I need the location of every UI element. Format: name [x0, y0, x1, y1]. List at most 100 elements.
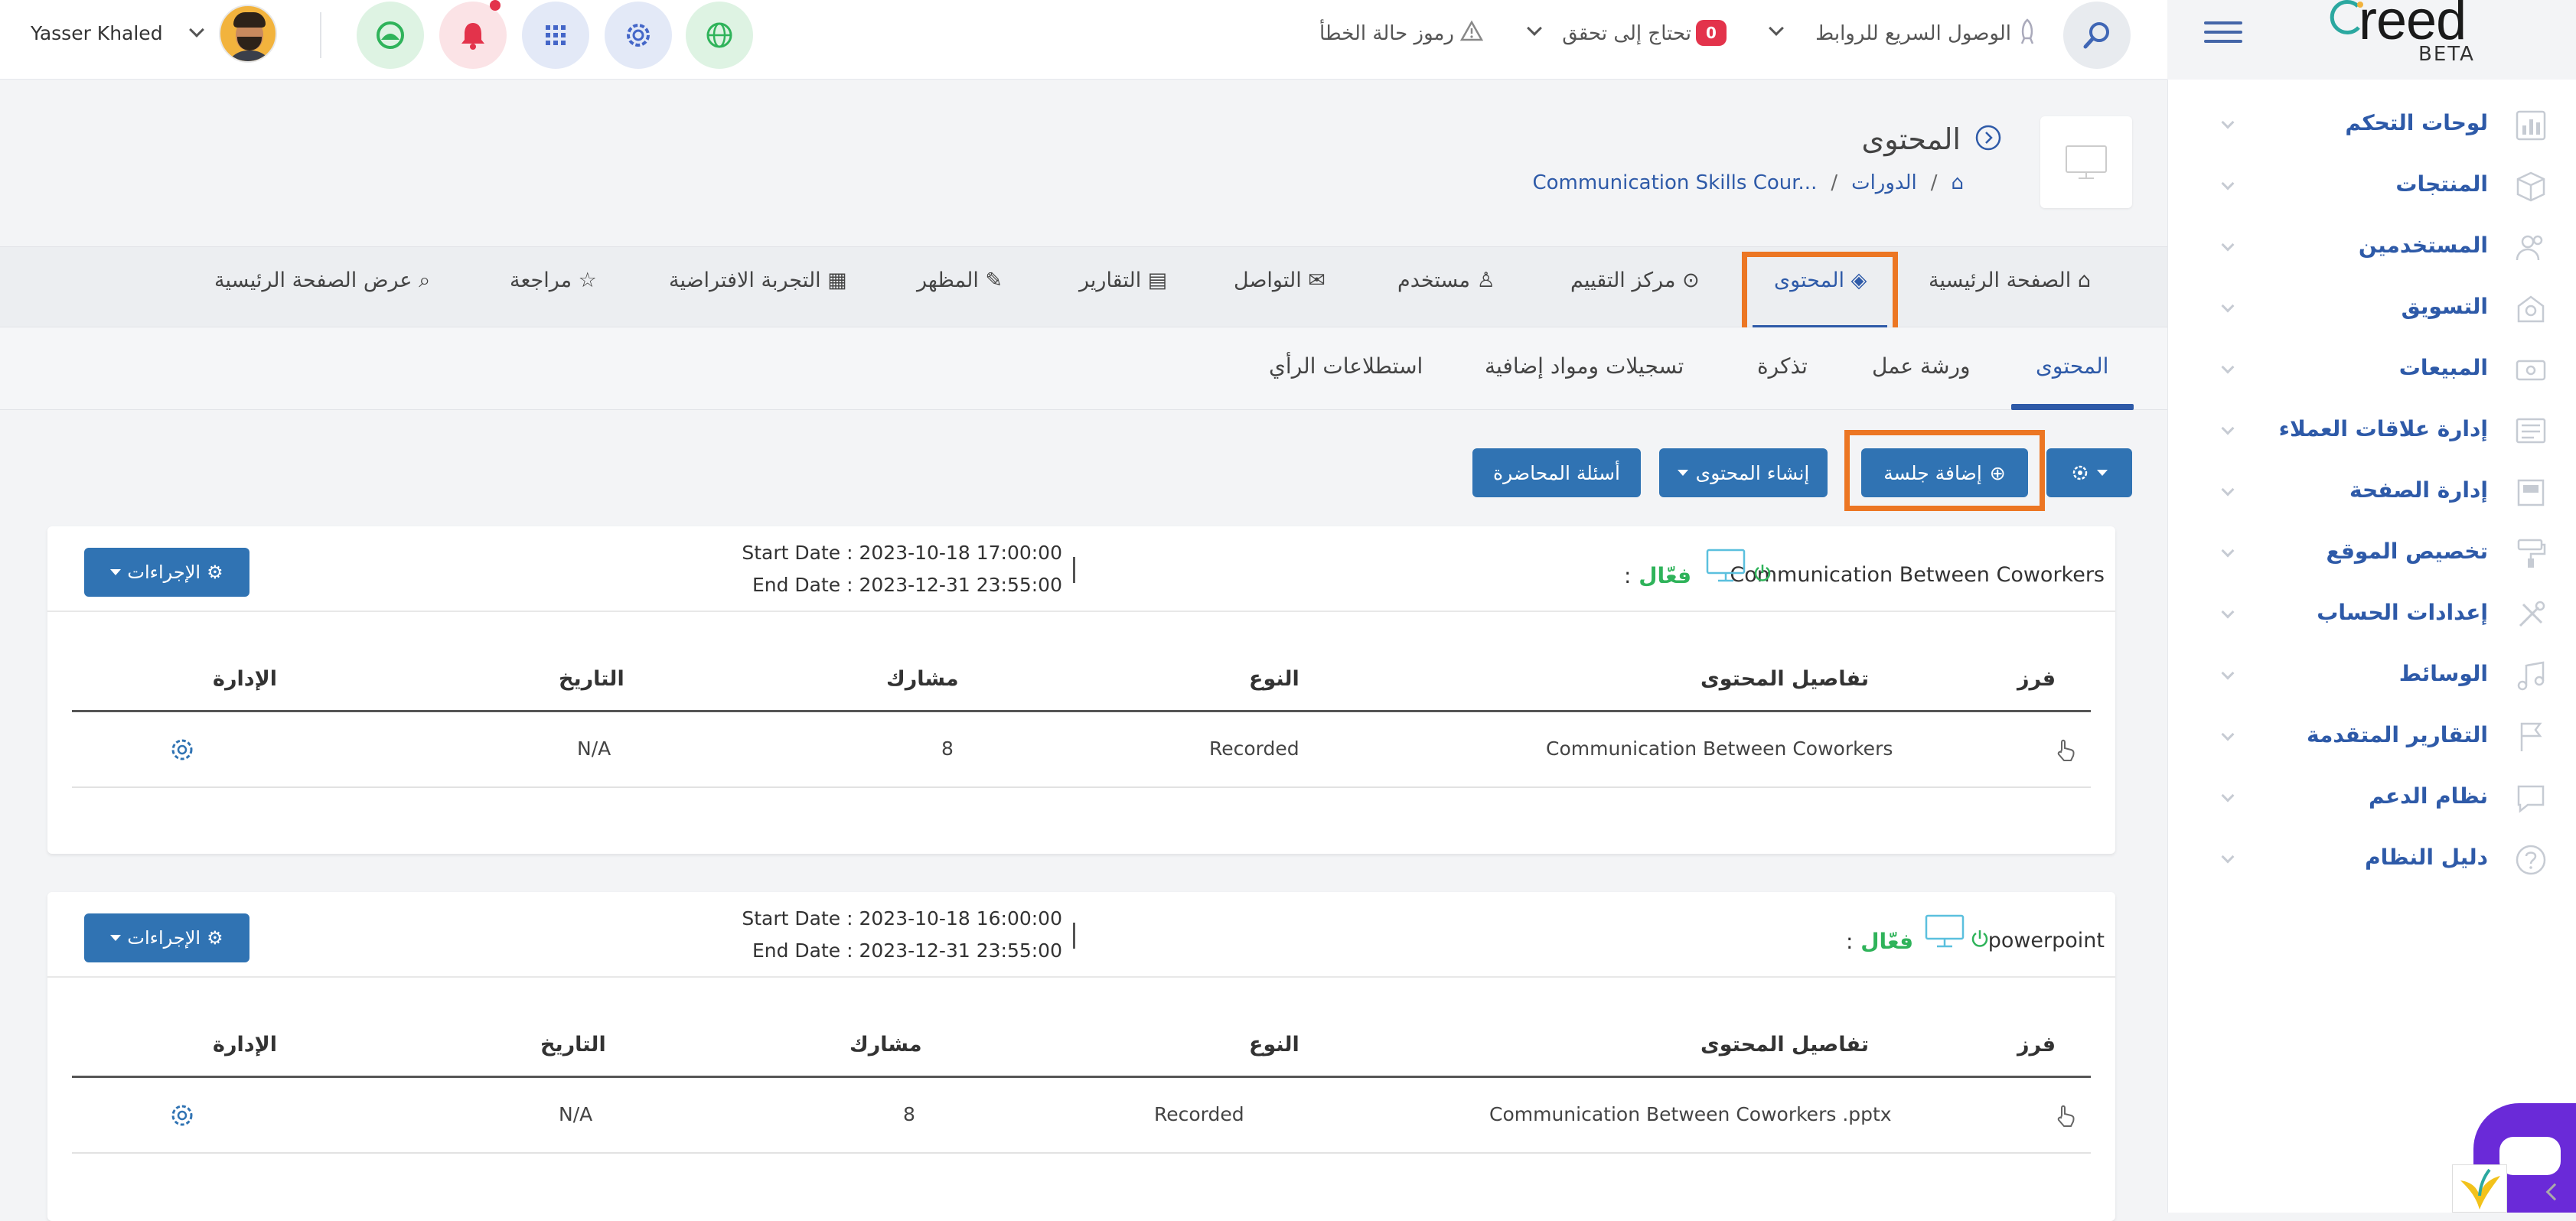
session-title[interactable]: Communication Between Coworkers — [1730, 563, 2105, 587]
tab-user[interactable]: ♙ مستخدم — [1397, 269, 1495, 292]
actions-dropdown-button[interactable]: ⚙ الإجراءات — [84, 548, 249, 597]
quick-access-chevron-icon[interactable] — [1769, 21, 1784, 36]
column-header-sort[interactable]: فرز — [2017, 667, 2056, 691]
subtab-content[interactable]: المحتوى — [2036, 353, 2108, 379]
sidebar-item-label: التسويق — [2401, 294, 2488, 319]
tab-home[interactable]: ⌂ الصفحة الرئيسية — [1929, 269, 2091, 292]
needs-check-link[interactable]: تحتاج إلى تحقق — [1554, 17, 1691, 50]
sidebar-item-label: المستخدمين — [2358, 233, 2488, 258]
actions-dropdown-button[interactable]: ⚙ الإجراءات — [84, 913, 249, 962]
sidebar-item-page-management[interactable]: إدارة الصفحة — [2168, 462, 2576, 523]
avatar[interactable] — [219, 5, 277, 63]
sidebar-item-account-settings[interactable]: إعدادات الحساب — [2168, 584, 2576, 646]
chat-icon — [2517, 785, 2545, 813]
subtab-workshop[interactable]: ورشة عمل — [1872, 353, 1971, 379]
session-title[interactable]: powerpoint — [1988, 929, 2105, 952]
tab-view-homepage[interactable]: ⌕ عرض الصفحة الرئيسية — [214, 269, 430, 293]
subtab-recordings[interactable]: تسجيلات ومواد إضافية — [1485, 353, 1684, 379]
dashboard-icon — [2516, 110, 2546, 141]
tab-label: التقارير — [1079, 269, 1142, 292]
error-codes-link[interactable]: رموز حالة الخطأ — [1316, 17, 1454, 50]
content-details-cell[interactable]: Communication Between Coworkers — [1546, 737, 1893, 760]
paint-roller-icon — [2517, 539, 2546, 568]
user-name[interactable]: Yasser Khaled — [31, 17, 163, 50]
lecture-questions-label: أسئلة المحاضرة — [1493, 461, 1620, 484]
subtab-active-underline — [2011, 404, 2134, 410]
status-badge: فعّال : — [1624, 563, 1691, 588]
apps-button[interactable] — [522, 2, 589, 69]
drag-handle-icon[interactable] — [2054, 737, 2077, 762]
sidebar-item-sales[interactable]: المبيعات — [2168, 340, 2576, 401]
needs-check-badge: 0 — [1696, 20, 1727, 46]
settings-button[interactable] — [605, 2, 672, 69]
sidebar-item-users[interactable]: المستخدمين — [2168, 217, 2576, 278]
search-icon — [2083, 22, 2109, 49]
gear-icon[interactable] — [168, 736, 196, 764]
sidebar-item-media[interactable]: الوسائط — [2168, 646, 2576, 707]
column-header-participant[interactable]: مشارك — [849, 1033, 922, 1057]
column-header-admin: الإدارة — [213, 1033, 277, 1057]
notifications-button[interactable] — [439, 2, 507, 69]
column-header-sort[interactable]: فرز — [2017, 1033, 2056, 1057]
top-header: Yasser Khaled رموز حالة الخطأ تحتاج إلى … — [0, 0, 2473, 80]
sidebar-item-label: لوحات التحكم — [2345, 110, 2488, 135]
sidebar-item-crm[interactable]: إدارة علاقات العملاء — [2168, 401, 2576, 462]
sidebar-item-dashboards[interactable]: لوحات التحكم — [2168, 95, 2576, 156]
quick-access-link[interactable]: الوصول السريع للروابط — [1797, 17, 2011, 50]
home-icon[interactable]: ⌂ — [1951, 171, 1964, 194]
content-details-cell[interactable]: Communication Between Coworkers .pptx — [1489, 1103, 1892, 1125]
column-header-date[interactable]: التاريخ — [559, 667, 624, 691]
chevron-down-icon — [2221, 422, 2235, 435]
settings-dropdown-button[interactable] — [2046, 448, 2132, 497]
column-header-date[interactable]: التاريخ — [540, 1033, 606, 1057]
tab-label: التجربة الافتراضية — [669, 269, 821, 292]
gear-icon[interactable] — [168, 1102, 196, 1129]
column-header-details[interactable]: تفاصيل المحتوى — [1700, 667, 1869, 691]
column-header-type[interactable]: النوع — [1249, 667, 1299, 691]
sidebar-item-label: نظام الدعم — [2369, 783, 2488, 809]
sidebar-item-site-customization[interactable]: تخصيص الموقع — [2168, 523, 2576, 584]
menu-toggle-icon[interactable] — [2204, 21, 2242, 46]
power-icon — [1971, 930, 1988, 947]
subtab-ticket[interactable]: تذكرة — [1757, 353, 1808, 379]
column-header-type[interactable]: النوع — [1249, 1033, 1299, 1057]
tab-communication[interactable]: ✉ التواصل — [1234, 269, 1325, 292]
breadcrumb-course[interactable]: Communication Skills Cour... — [1532, 171, 1817, 194]
page-title: المحتوى — [1861, 122, 1961, 156]
sidebar-item-system-guide[interactable]: دليل النظام — [2168, 829, 2576, 891]
tab-review[interactable]: ☆ مراجعة — [510, 269, 597, 292]
tab-assessment-center[interactable]: ⊙ مركز التقييم — [1570, 269, 1700, 292]
rainbow-button[interactable] — [357, 2, 424, 69]
drag-handle-icon[interactable] — [2054, 1103, 2077, 1128]
column-header-participant[interactable]: مشارك — [886, 667, 959, 691]
breadcrumb-courses[interactable]: الدورات — [1851, 171, 1917, 194]
caret-down-icon — [1677, 470, 1688, 476]
column-header-details[interactable]: تفاصيل المحتوى — [1700, 1033, 1869, 1057]
sidebar-item-marketing[interactable]: التسويق — [2168, 278, 2576, 340]
table-header-divider — [72, 710, 2091, 712]
logo[interactable]: reed BETA — [2319, 0, 2503, 70]
chevron-down-icon — [2221, 728, 2235, 741]
search-button[interactable] — [2063, 2, 2131, 69]
table-header-divider — [72, 1076, 2091, 1078]
back-icon[interactable] — [1974, 124, 2002, 151]
needs-check-chevron-icon[interactable] — [1527, 21, 1542, 36]
participant-cell: 8 — [941, 737, 954, 760]
marketing-icon — [2517, 295, 2545, 323]
yellow-leaf-icon — [2460, 1168, 2500, 1210]
lecture-questions-button[interactable]: أسئلة المحاضرة — [1472, 448, 1641, 497]
subtab-polls[interactable]: استطلاعات الرأي — [1269, 353, 1423, 379]
tab-label: الصفحة الرئيسية — [1929, 269, 2072, 292]
tab-appearance[interactable]: ✎ المظهر — [917, 269, 1003, 292]
sidebar-item-label: إدارة الصفحة — [2349, 477, 2488, 503]
sidebar-item-advanced-reports[interactable]: التقارير المتقدمة — [2168, 707, 2576, 768]
status-text: فعّال — [1639, 563, 1692, 588]
helper-widget-icon[interactable] — [2452, 1164, 2507, 1213]
language-button[interactable] — [686, 2, 753, 69]
create-content-button[interactable]: إنشاء المحتوى — [1659, 448, 1828, 497]
sidebar-item-products[interactable]: المنتجات — [2168, 156, 2576, 217]
user-menu-chevron-icon[interactable] — [189, 22, 204, 37]
tab-virtual-experience[interactable]: ▦ التجربة الافتراضية — [669, 269, 847, 292]
sidebar-item-support-system[interactable]: نظام الدعم — [2168, 768, 2576, 829]
tab-reports[interactable]: ▤ التقارير — [1079, 269, 1167, 292]
